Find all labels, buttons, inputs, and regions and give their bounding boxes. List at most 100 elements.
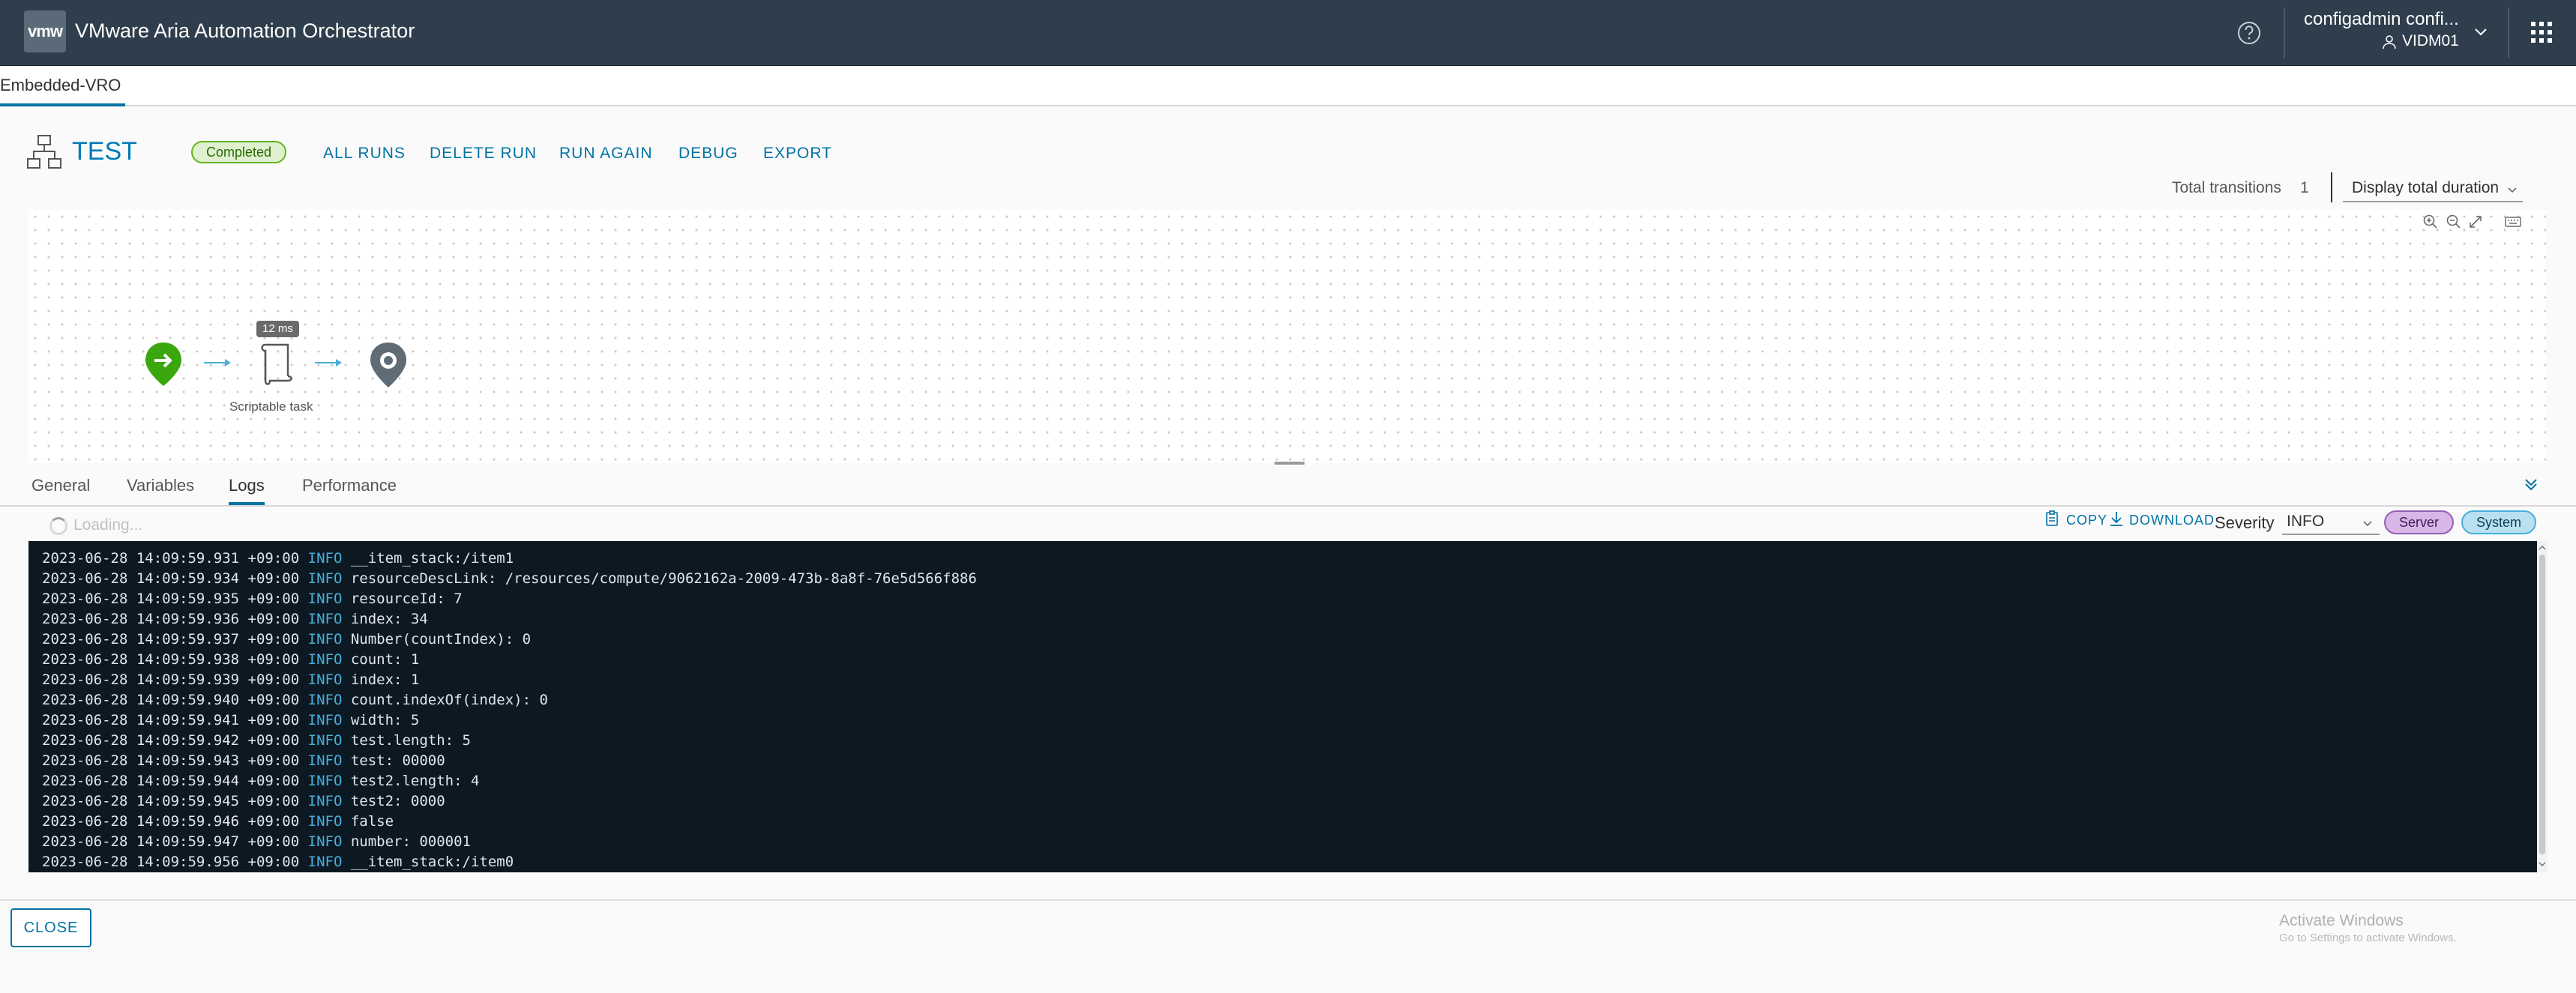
loading-text: Loading... [73,516,143,534]
chevron-down-icon[interactable] [2471,22,2491,42]
copy-icon[interactable] [2044,510,2060,528]
log-timestamp: 2023-06-28 14:09:59.940 +09:00 [42,692,300,708]
duration-display-select[interactable]: Display total duration [2343,175,2523,202]
task-label: Scriptable task [229,399,313,414]
workflow-canvas[interactable] [28,210,2546,463]
log-level: INFO [307,550,343,567]
export-button[interactable]: EXPORT [763,144,832,163]
server-filter-button[interactable]: Server [2384,510,2455,534]
system-filter-button[interactable]: System [2461,510,2537,534]
user-icon [2383,35,2396,49]
scroll-down-icon[interactable] [2539,860,2546,868]
log-line: 2023-06-28 14:09:59.944 +09:00 INFO test… [42,771,479,791]
modal-footer [0,899,2576,993]
log-message: index: 1 [350,671,420,688]
zoom-out-icon[interactable] [2445,213,2463,231]
log-level: INFO [307,692,343,708]
close-button[interactable]: CLOSE [10,908,91,947]
activation-watermark-title: Activate Windows [2279,912,2404,929]
tab-performance[interactable]: Performance [302,475,397,496]
log-line: 2023-06-28 14:09:59.942 +09:00 INFO test… [42,731,471,751]
scroll-up-icon[interactable] [2539,544,2546,552]
log-timestamp: 2023-06-28 14:09:59.931 +09:00 [42,550,300,567]
workflow-icon [27,135,61,169]
activation-watermark-subtitle: Go to Settings to activate Windows. [2279,932,2457,944]
transitions-divider [2331,172,2332,202]
log-timestamp: 2023-06-28 14:09:59.944 +09:00 [42,773,300,789]
log-timestamp: 2023-06-28 14:09:59.956 +09:00 [42,854,300,870]
log-message: resourceDescLink: /resources/compute/906… [350,570,977,587]
loading-spinner-icon [49,517,67,535]
tab-logs[interactable]: Logs [229,475,265,505]
log-line: 2023-06-28 14:09:59.939 +09:00 INFO inde… [42,670,419,690]
vmware-logo: vmw [24,10,66,52]
tab-variables[interactable]: Variables [127,475,194,496]
tab-general[interactable]: General [31,475,90,496]
log-message: __item_stack:/item1 [350,550,514,567]
log-level: INFO [307,651,343,668]
download-icon[interactable] [2108,510,2125,528]
header-divider [2284,7,2285,58]
log-message: Number(countIndex): 0 [350,631,532,648]
tenant-label: VIDM01 [2402,32,2459,49]
log-line: 2023-06-28 14:09:59.945 +09:00 INFO test… [42,791,445,812]
user-tenant: VIDM01 [2402,31,2459,51]
zoom-in-icon[interactable] [2422,213,2440,231]
log-output[interactable]: 2023-06-28 14:09:59.931 +09:00 INFO __it… [28,541,2537,872]
run-again-button[interactable]: RUN AGAIN [559,144,653,163]
log-line: 2023-06-28 14:09:59.938 +09:00 INFO coun… [42,650,419,670]
log-level: INFO [307,854,343,870]
log-message: __item_stack:/item0 [350,854,514,870]
tab-embedded-vro[interactable]: Embedded-VRO [0,75,126,106]
end-node-icon[interactable] [367,340,409,390]
log-level: INFO [307,833,343,850]
copy-button[interactable]: COPY [2066,511,2107,529]
start-node-icon[interactable] [142,340,184,388]
log-level: INFO [307,793,343,809]
log-level: INFO [307,591,343,607]
help-icon[interactable] [2236,19,2263,46]
arrow-icon [315,359,342,366]
log-message: test2: 0000 [350,793,445,809]
log-line: 2023-06-28 14:09:59.940 +09:00 INFO coun… [42,690,548,710]
log-message: number: 000001 [350,833,471,850]
double-chevron-down-icon[interactable] [2522,475,2540,493]
total-transitions-value: 1 [2300,179,2309,196]
log-line: 2023-06-28 14:09:59.935 +09:00 INFO reso… [42,589,463,609]
log-message: test: 00000 [350,752,445,769]
keyboard-icon[interactable] [2504,213,2522,231]
workflow-title: TEST [72,137,137,166]
scriptable-task-icon[interactable] [253,340,297,387]
log-level: INFO [307,631,343,648]
app-title[interactable]: VMware Aria Automation Orchestrator [75,18,415,43]
task-duration-badge: 12 ms [256,321,299,337]
log-line: 2023-06-28 14:09:59.936 +09:00 INFO inde… [42,609,428,630]
log-message: index: 34 [350,611,428,627]
debug-button[interactable]: DEBUG [678,144,738,163]
log-timestamp: 2023-06-28 14:09:59.934 +09:00 [42,570,300,587]
delete-run-button[interactable]: DELETE RUN [430,144,537,163]
log-timestamp: 2023-06-28 14:09:59.938 +09:00 [42,651,300,668]
all-runs-button[interactable]: ALL RUNS [323,144,406,163]
severity-label: Severity [2215,513,2275,532]
log-timestamp: 2023-06-28 14:09:59.935 +09:00 [42,591,300,607]
download-button[interactable]: DOWNLOAD [2129,511,2215,529]
fit-screen-icon[interactable] [2467,213,2485,231]
log-timestamp: 2023-06-28 14:09:59.946 +09:00 [42,813,300,830]
log-message: test2.length: 4 [350,773,480,789]
log-timestamp: 2023-06-28 14:09:59.942 +09:00 [42,732,300,749]
log-message: test.length: 5 [350,732,471,749]
log-message: false [350,813,394,830]
log-level: INFO [307,712,343,728]
log-line: 2023-06-28 14:09:59.956 +09:00 INFO __it… [42,852,514,872]
log-timestamp: 2023-06-28 14:09:59.947 +09:00 [42,833,300,850]
header-divider [2508,7,2509,58]
log-line: 2023-06-28 14:09:59.943 +09:00 INFO test… [42,751,445,771]
user-name[interactable]: configadmin confi... [2304,9,2459,30]
log-message: count: 1 [350,651,420,668]
log-level: INFO [307,773,343,789]
log-level: INFO [307,611,343,627]
app-grid-icon[interactable] [2528,19,2555,46]
scrollbar-thumb[interactable] [2539,555,2545,854]
log-message: count.indexOf(index): 0 [350,692,548,708]
